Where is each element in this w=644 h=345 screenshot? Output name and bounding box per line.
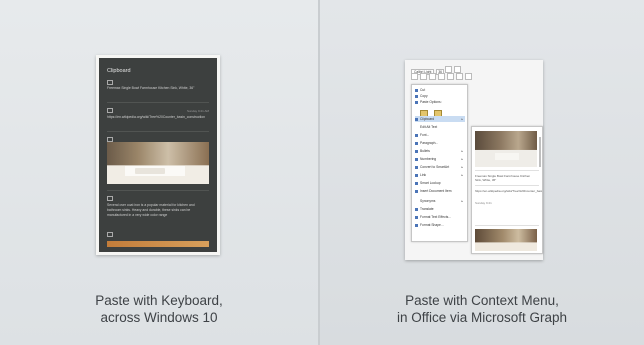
align-icon[interactable] xyxy=(437,73,445,80)
menu-item-insert-document-item[interactable]: Insert Document Item xyxy=(415,188,465,194)
copy-icon xyxy=(415,94,418,98)
caption-line: across Windows 10 xyxy=(100,310,218,325)
submenu-arrow-icon: ▸ xyxy=(461,149,463,153)
translate-icon xyxy=(415,207,418,211)
flyout-item-text[interactable]: Freemax Single Bowl Farmhouse Kitchen Si… xyxy=(475,174,537,182)
clipboard-title: Clipboard xyxy=(107,68,131,74)
clipboard-item[interactable]: Freemax Single Bowl Farmhouse Kitchen Si… xyxy=(107,86,207,91)
menu-item-translate[interactable]: Translate xyxy=(415,206,465,212)
search-icon xyxy=(415,181,418,185)
numbering-icon[interactable] xyxy=(455,73,463,80)
menu-item-format-shape[interactable]: Format Shape... xyxy=(415,222,465,228)
underline-icon[interactable] xyxy=(428,73,436,80)
paste-icon xyxy=(415,100,418,104)
flyout-item-image[interactable] xyxy=(475,131,537,167)
smartart-icon xyxy=(415,165,418,169)
caption-line: Paste with Keyboard, xyxy=(95,293,223,308)
cut-icon xyxy=(415,88,418,92)
clipboard-icon xyxy=(415,117,418,121)
clipboard-item[interactable]: https://en.wikipedia.org/wiki/Tree%20Cou… xyxy=(107,115,207,120)
caption-line: Paste with Context Menu, xyxy=(405,293,559,308)
menu-item-link[interactable]: Link ▸ xyxy=(415,172,465,178)
menu-item-edit-alt-text[interactable]: Edit Alt Text xyxy=(415,124,465,130)
clipboard-flyout: Freemax Single Bowl Farmhouse Kitchen Si… xyxy=(471,126,543,254)
pin-icon[interactable] xyxy=(107,108,113,113)
format-shape-icon xyxy=(415,223,418,227)
font-toolbar: Calibri Light 36 xyxy=(411,66,462,75)
context-menu: Cut Copy Paste Options: Clipboard ▸ Edit … xyxy=(411,84,468,242)
menu-item-paragraph[interactable]: Paragraph... xyxy=(415,140,465,146)
divider xyxy=(475,170,539,171)
font-color-icon[interactable] xyxy=(464,73,472,80)
document-icon xyxy=(415,189,418,193)
divider xyxy=(475,225,539,226)
clipboard-history-panel: Clipboard Freemax Single Bowl Farmhouse … xyxy=(99,58,217,252)
format-toolbar xyxy=(411,73,473,80)
menu-item-smart-lookup[interactable]: Smart Lookup xyxy=(415,180,465,186)
numbering-icon xyxy=(415,157,418,161)
sink-graphic xyxy=(495,153,519,160)
submenu-arrow-icon: ▸ xyxy=(461,157,463,161)
submenu-arrow-icon: ▸ xyxy=(461,173,463,177)
blank-icon xyxy=(415,200,418,203)
bottom-accent-bar xyxy=(107,241,209,247)
clipboard-item[interactable]: Several over coat iron is a popular mate… xyxy=(107,203,207,217)
flyout-item-link[interactable]: https://en.wikipedia.org/wiki/Tree%20Cou… xyxy=(475,189,542,193)
menu-item-clipboard[interactable]: Clipboard ▸ xyxy=(415,116,465,122)
pin-icon[interactable] xyxy=(107,80,113,85)
link-icon xyxy=(415,173,418,177)
shrink-font-icon[interactable] xyxy=(453,66,461,73)
italic-icon[interactable] xyxy=(419,73,427,80)
pin-icon[interactable] xyxy=(107,196,113,201)
flyout-item-time: Sunday 9:21 xyxy=(475,201,492,205)
grow-font-icon[interactable] xyxy=(444,66,452,73)
text-effects-icon xyxy=(415,215,418,219)
bullets-icon xyxy=(415,149,418,153)
menu-item-format-text-effects[interactable]: Format Text Effects... xyxy=(415,214,465,220)
menu-item-smartart[interactable]: Convert to SmartArt ▸ xyxy=(415,164,465,170)
divider xyxy=(107,190,209,191)
menu-item-paste-options: Paste Options: xyxy=(415,99,465,105)
blank-icon xyxy=(415,126,418,129)
right-demo-panel: Calibri Light 36 Cut Copy Paste Options:… xyxy=(320,0,644,345)
font-icon xyxy=(415,133,418,137)
submenu-arrow-icon: ▸ xyxy=(461,199,463,203)
flyout-item-image[interactable] xyxy=(475,229,537,251)
caption-line: in Office via Microsoft Graph xyxy=(396,310,568,325)
submenu-arrow-icon: ▸ xyxy=(461,117,463,121)
clipboard-device: Clipboard Freemax Single Bowl Farmhouse … xyxy=(96,55,220,255)
clipboard-item-image[interactable] xyxy=(107,142,209,184)
right-caption: Paste with Context Menu, in Office via M… xyxy=(320,292,644,326)
bold-icon[interactable] xyxy=(411,73,418,80)
left-demo-panel: Clipboard Freemax Single Bowl Farmhouse … xyxy=(0,0,318,345)
submenu-arrow-icon: ▸ xyxy=(461,165,463,169)
menu-item-numbering[interactable]: Numbering ▸ xyxy=(415,156,465,162)
left-caption: Paste with Keyboard, across Windows 10 xyxy=(0,292,318,326)
divider xyxy=(107,102,209,103)
clipboard-item-time: Sunday 9:21 AM xyxy=(186,109,209,113)
menu-item-synonyms[interactable]: Synonyms ▸ xyxy=(415,198,465,204)
office-document: Calibri Light 36 Cut Copy Paste Options:… xyxy=(405,60,543,260)
menu-item-bullets[interactable]: Bullets ▸ xyxy=(415,148,465,154)
paragraph-icon xyxy=(415,141,418,145)
sink-graphic xyxy=(135,168,165,174)
pin-icon[interactable] xyxy=(107,232,113,237)
divider xyxy=(475,185,539,186)
flyout-scrollbar[interactable] xyxy=(539,137,541,167)
divider xyxy=(107,131,209,132)
bullets-icon[interactable] xyxy=(446,73,454,80)
menu-item-font[interactable]: Font... xyxy=(415,132,465,138)
